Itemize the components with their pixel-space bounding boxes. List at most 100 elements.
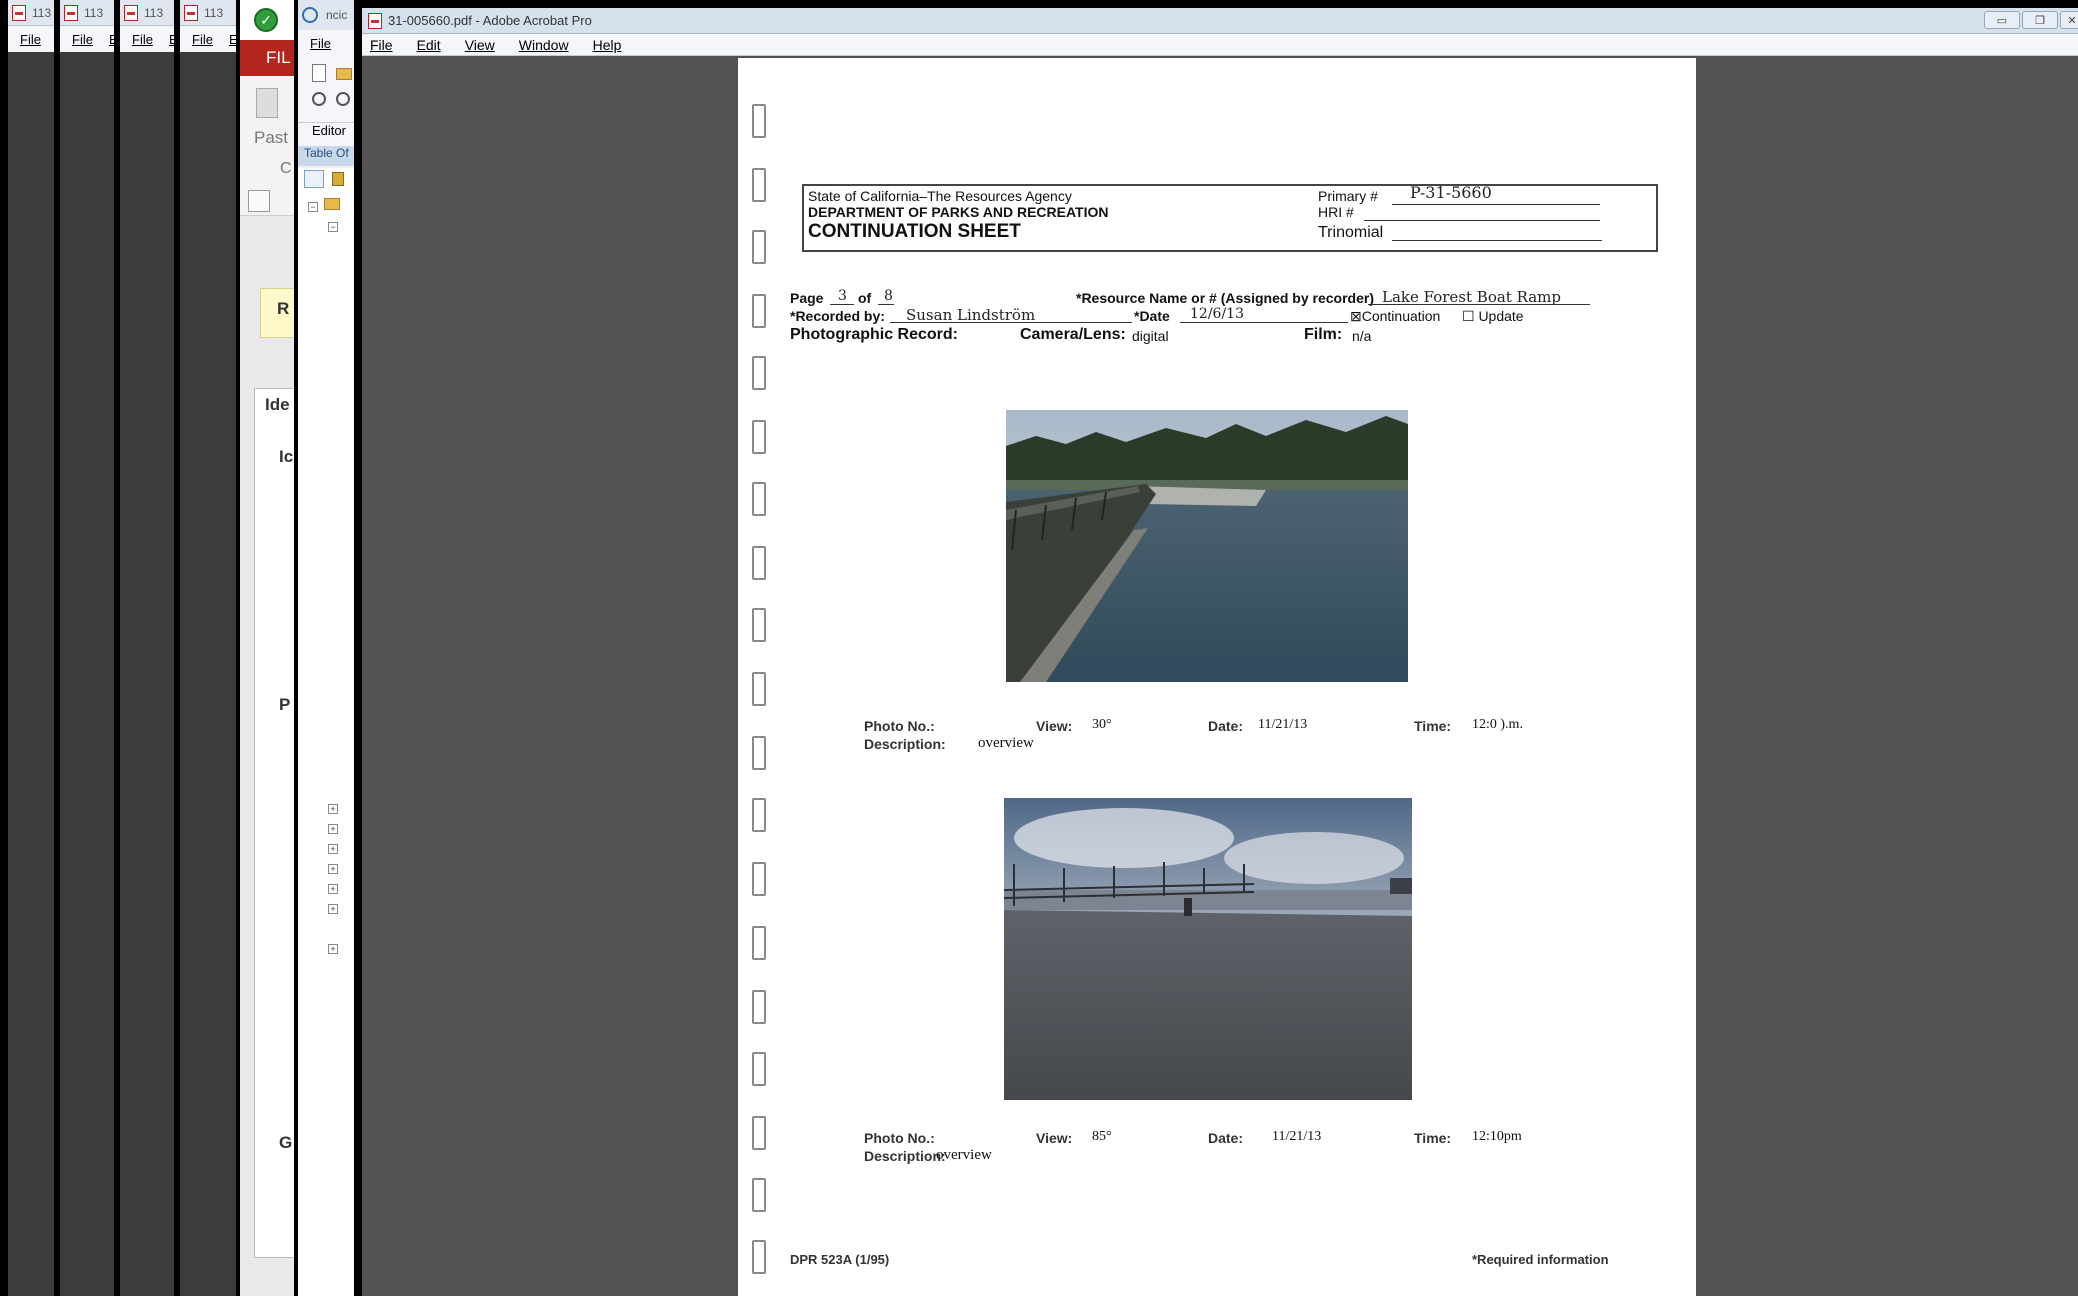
- recorded-by-underline: [890, 322, 1132, 323]
- photo-record-label: Photographic Record:: [790, 326, 959, 343]
- film-value: n/a: [1352, 328, 1372, 344]
- menu-edit[interactable]: E: [169, 32, 174, 47]
- menu-edit[interactable]: E: [229, 32, 236, 47]
- background-window-2[interactable]: 113 File E: [60, 0, 114, 1296]
- binder-hole: [752, 546, 766, 580]
- photo-2-time-label: Time:: [1414, 1130, 1452, 1146]
- photo-1-time-value: 12:0 ).m.: [1472, 717, 1523, 732]
- window-titlebar[interactable]: ✓: [240, 0, 294, 40]
- photo-2-view-value: 85°: [1092, 1129, 1112, 1144]
- camera-label: Camera/Lens:: [1020, 326, 1126, 343]
- hri-underline: [1364, 220, 1600, 221]
- menu-file[interactable]: File: [72, 32, 93, 47]
- page-total-underline: [878, 304, 894, 305]
- pdf-icon: [124, 4, 138, 21]
- tree-collapse-icon[interactable]: −: [308, 202, 318, 212]
- binder-hole: [752, 420, 766, 454]
- background-window-3[interactable]: 113 File E: [120, 0, 174, 1296]
- camera-value: digital: [1132, 328, 1169, 344]
- toc-header: Table Of: [298, 146, 354, 166]
- paste-icon[interactable]: [256, 88, 278, 118]
- zoom-in-icon[interactable]: [312, 92, 326, 106]
- binder-hole: [752, 1178, 766, 1212]
- menu-file[interactable]: File: [310, 36, 331, 51]
- agency-text: State of California–The Resources Agency: [808, 188, 1072, 204]
- primary-value: P-31-5660: [1410, 183, 1492, 202]
- pdf-page: State of California–The Resources Agency…: [738, 58, 1696, 1296]
- page-total: 8: [884, 288, 893, 304]
- menu-edit[interactable]: Edit: [417, 37, 441, 53]
- minimize-button[interactable]: ▭: [1984, 11, 2020, 29]
- menu-view[interactable]: View: [465, 37, 495, 53]
- binder-hole: [752, 990, 766, 1024]
- ribbon-icon[interactable]: [248, 190, 270, 212]
- toc-toolbar-icon[interactable]: [304, 170, 324, 188]
- new-file-icon[interactable]: [312, 64, 326, 82]
- menu-bar: File E: [60, 26, 114, 52]
- pdf-icon: [184, 4, 198, 21]
- ribbon-lower: C: [240, 156, 294, 216]
- primary-label: Primary #: [1318, 188, 1378, 204]
- photo-2-time-value: 12:10pm: [1472, 1129, 1522, 1144]
- app-icon: [302, 7, 318, 23]
- pdf-icon: [64, 4, 78, 21]
- binder-hole: [752, 736, 766, 770]
- tree-expand-icon[interactable]: +: [328, 804, 338, 814]
- lock-icon[interactable]: [332, 172, 344, 186]
- paste-label[interactable]: Past: [254, 128, 288, 148]
- word-window[interactable]: ✓ FIL Past C R Ide Ic P G: [240, 0, 294, 1296]
- trinomial-underline: [1392, 240, 1602, 241]
- ribbon-button-r[interactable]: R: [260, 288, 294, 338]
- close-button[interactable]: ✕: [2060, 11, 2078, 29]
- photo-2-desc-label: Description:: [864, 1148, 946, 1164]
- tree-expand-icon[interactable]: +: [328, 864, 338, 874]
- menu-file[interactable]: File: [192, 32, 213, 47]
- tree-expand-icon[interactable]: +: [328, 904, 338, 914]
- window-titlebar[interactable]: 113: [8, 0, 54, 26]
- tree-collapse-icon[interactable]: −: [328, 222, 338, 232]
- window-title: 113: [84, 5, 104, 20]
- background-window-4[interactable]: 113 File E: [180, 0, 236, 1296]
- window-titlebar[interactable]: ncic: [298, 0, 354, 30]
- menu-help[interactable]: Help: [593, 37, 622, 53]
- doc-area: R Ide Ic P G: [240, 216, 294, 1296]
- ncic-window[interactable]: ncic File Editor Table Of − − + + + + + …: [298, 0, 354, 1296]
- background-window-1[interactable]: 113 FileE: [8, 0, 54, 1296]
- required-note: *Required information: [1472, 1252, 1609, 1267]
- tree-expand-icon[interactable]: +: [328, 844, 338, 854]
- binder-hole: [752, 1240, 766, 1274]
- menu-window[interactable]: Window: [519, 37, 569, 53]
- window-titlebar[interactable]: 31-005660.pdf - Adobe Acrobat Pro: [362, 8, 2078, 34]
- folder-icon[interactable]: [324, 198, 340, 210]
- editor-label[interactable]: Editor: [298, 122, 354, 146]
- menu-file[interactable]: File: [20, 32, 41, 47]
- window-titlebar[interactable]: 113: [120, 0, 174, 26]
- menu-edit[interactable]: E: [109, 32, 114, 47]
- photo-2-date-value: 11/21/13: [1272, 1129, 1322, 1144]
- open-folder-icon[interactable]: [336, 68, 352, 80]
- binder-hole: [752, 294, 766, 328]
- photo-1-date-label: Date:: [1208, 718, 1244, 734]
- photo-2-no-label: Photo No.:: [864, 1130, 935, 1146]
- window-title: 31-005660.pdf - Adobe Acrobat Pro: [388, 13, 592, 28]
- toolbar: [298, 58, 354, 122]
- tree-expand-icon[interactable]: +: [328, 824, 338, 834]
- acrobat-window[interactable]: 31-005660.pdf - Adobe Acrobat Pro ▭ ❐ ✕ …: [362, 8, 2078, 1296]
- photo-1-desc-value: overview: [978, 735, 1034, 751]
- date-value: 12/6/13: [1190, 306, 1244, 322]
- photo-1-view-label: View:: [1036, 718, 1073, 734]
- photo-2-desc-value: overview: [936, 1147, 992, 1163]
- window-titlebar[interactable]: 113: [60, 0, 114, 26]
- window-titlebar[interactable]: 113: [180, 0, 236, 26]
- binder-hole: [752, 1052, 766, 1086]
- zoom-out-icon[interactable]: [336, 92, 350, 106]
- tree-expand-icon[interactable]: +: [328, 884, 338, 894]
- file-tab[interactable]: FIL: [240, 40, 294, 76]
- menu-file[interactable]: File: [370, 37, 393, 53]
- department-text: DEPARTMENT OF PARKS AND RECREATION: [808, 204, 1109, 220]
- date-underline: [1180, 322, 1348, 323]
- photo-1-date-value: 11/21/13: [1258, 717, 1308, 732]
- menu-file[interactable]: File: [132, 32, 153, 47]
- restore-button[interactable]: ❐: [2022, 11, 2058, 29]
- tree-expand-icon[interactable]: +: [328, 944, 338, 954]
